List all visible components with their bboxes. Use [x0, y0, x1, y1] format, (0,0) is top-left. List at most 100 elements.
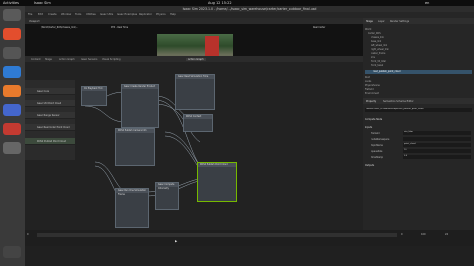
ubuntu-dock	[0, 6, 25, 266]
queue-size-input[interactable]: 10	[403, 149, 471, 153]
tab-semantics[interactable]: Semantics Schema Editor	[383, 100, 414, 103]
stage-row[interactable]: FlatGrid	[365, 88, 472, 92]
stage-row[interactable]: front_3d_lidar	[365, 60, 472, 64]
isaac-sim-icon[interactable]	[3, 9, 21, 21]
stage-row[interactable]: Looks	[365, 80, 472, 84]
stage-row[interactable]: caster_frame	[365, 52, 472, 56]
property-tabs: Property Semantics Schema Editor	[363, 98, 474, 104]
node-ros2-camera-info[interactable]: ROS2 Publish Camera Info	[115, 128, 155, 166]
stage-row[interactable]: left_wheel_link	[365, 44, 472, 48]
bottom-status	[25, 246, 474, 266]
tab-stage[interactable]: Stage	[366, 20, 373, 23]
node-library-sidebar: Isaac Core Isaac Util Point Cloud Isaac …	[25, 80, 75, 160]
menu-physics[interactable]: Physics	[156, 13, 166, 16]
tab-viewport[interactable]: Viewport	[29, 20, 40, 23]
tab-isaac-sensors[interactable]: Isaac Sensors	[81, 58, 97, 61]
node-create-render-product[interactable]: Isaac Create Render Product	[121, 84, 159, 128]
tab-action-graph[interactable]: Action Graph	[59, 58, 75, 61]
clock[interactable]: Aug 12 15:22	[208, 1, 232, 5]
namespace-input[interactable]	[403, 137, 471, 141]
action-graph-canvas[interactable]: On Playback Tick Isaac Create Render Pro…	[25, 62, 363, 230]
play-icon[interactable]: ▶	[175, 239, 177, 243]
node-path-field[interactable]: /World/Carter_ROS/ActionGraph/ros2_publi…	[365, 108, 472, 112]
node-title: Isaac Create Render Product	[122, 85, 158, 89]
vscode-icon[interactable]	[3, 66, 21, 78]
node-run-one-frame[interactable]: Isaac Run One Simulation Frame	[115, 188, 149, 228]
terminal-icon[interactable]	[3, 28, 21, 40]
library-item[interactable]: Isaac Util Point Cloud	[25, 100, 75, 107]
stage-row[interactable]: PhysicsScene	[365, 84, 472, 88]
menu-help[interactable]: Help	[170, 13, 176, 16]
node-title: Isaac Compute Odometry	[156, 183, 178, 190]
tab-content[interactable]: Content	[31, 58, 41, 61]
node-read-sim-time[interactable]: Isaac Read Simulation Time	[175, 74, 215, 110]
tab-action-graph-active[interactable]: Action Graph	[186, 57, 206, 61]
tab-render-settings[interactable]: Render Settings	[390, 20, 409, 23]
node-compute-odometry[interactable]: Isaac Compute Odometry	[155, 182, 179, 210]
timeline-end[interactable]: 100	[421, 233, 426, 236]
library-item-selected[interactable]: ROS2 Publish Point Cloud	[25, 138, 75, 145]
tab-visual-scripting[interactable]: Visual Scripting	[102, 58, 121, 61]
stage-row[interactable]: base_link	[365, 40, 472, 44]
menu-create[interactable]: Create	[48, 13, 57, 16]
viewport-red-object	[205, 36, 219, 56]
timeline-current[interactable]: 0	[401, 233, 403, 236]
stage-row[interactable]: chassis_link	[365, 36, 472, 40]
node-title: Isaac Run One Simulation Frame	[116, 189, 148, 196]
language-indicator[interactable]: en	[425, 1, 429, 5]
node-on-playback-tick[interactable]: On Playback Tick	[81, 86, 107, 106]
tab-stage-small[interactable]: Stage	[45, 58, 52, 61]
menu-edit[interactable]: Edit	[38, 13, 43, 16]
trash-icon[interactable]	[3, 142, 21, 154]
node-title: ROS2 Publish Point Cloud	[198, 163, 236, 167]
timeline-scrubber[interactable]	[37, 233, 397, 237]
section-inputs[interactable]: Inputs	[365, 126, 372, 129]
node-title: Isaac Read Simulation Time	[176, 75, 214, 79]
menu-file[interactable]: File	[28, 13, 32, 16]
app-indicator[interactable]: Isaac Sim	[34, 1, 51, 5]
stage-row-selected[interactable]: ros2_publish_point_cloud	[365, 70, 472, 74]
files-icon[interactable]	[3, 104, 21, 116]
timeline-fps[interactable]: 24	[445, 233, 448, 236]
section-outputs[interactable]: Outputs	[365, 164, 374, 167]
stage-row[interactable]: right_wheel_link	[365, 48, 472, 52]
stage-row[interactable]: Carter_ROS	[365, 32, 472, 36]
render-mode[interactable]: RTX - Real Time	[111, 26, 128, 29]
menu-tools[interactable]: Tools	[75, 13, 81, 16]
node-title: On Playback Tick	[82, 87, 106, 91]
menu-replicator[interactable]: Replicator	[139, 13, 152, 16]
field-label: topicName	[371, 144, 383, 147]
stage-row[interactable]: World	[365, 28, 472, 32]
isaac-sim-window: Isaac Sim 2023.1.0 - /home/.../isaac_sim…	[25, 6, 474, 266]
stage-row[interactable]: Root	[365, 76, 472, 80]
topic-name-input[interactable]: point_cloud	[403, 143, 471, 147]
frame-id-input[interactable]: sim_lidar	[403, 131, 471, 135]
show-apps-icon[interactable]	[3, 246, 21, 258]
library-item[interactable]: Isaac Core	[25, 88, 75, 95]
node-ros2-context[interactable]: ROS2 Context	[183, 114, 213, 132]
node-ros2-publish-point-cloud[interactable]: ROS2 Publish Point Cloud	[197, 162, 237, 202]
library-item[interactable]: Isaac Range Sensor	[25, 112, 75, 119]
menu-utilities[interactable]: Utilities	[86, 13, 96, 16]
right-camera[interactable]: Real Carter	[313, 26, 325, 29]
tab-layer[interactable]: Layer	[378, 20, 385, 23]
stage-row[interactable]: Environment	[365, 92, 472, 96]
stage-row[interactable]: front_hawk	[365, 64, 472, 68]
menu-window[interactable]: Window	[61, 13, 71, 16]
timestamp-input[interactable]: 0.0	[403, 155, 471, 159]
field-label: queueSize	[371, 150, 383, 153]
library-item[interactable]: Isaac Read Lidar Point Cloud	[25, 124, 75, 131]
tab-property[interactable]: Property	[366, 100, 376, 103]
stage-panel: Stage Layer Render Settings World Carter…	[363, 18, 474, 230]
section-compute-node[interactable]: Compute Node	[365, 118, 382, 121]
activities-label[interactable]: Activities	[3, 1, 19, 5]
menu-isaac-utils[interactable]: Isaac Utils	[100, 13, 113, 16]
menu-isaac-examples[interactable]: Isaac Examples	[117, 13, 137, 16]
settings-icon[interactable]	[3, 47, 21, 59]
firefox-icon[interactable]	[3, 85, 21, 97]
app-icon[interactable]	[3, 123, 21, 135]
node-title: ROS2 Context	[184, 115, 212, 119]
stage-tabs: Stage Layer Render Settings	[363, 18, 474, 24]
stage-row[interactable]: imu	[365, 56, 472, 60]
camera-path[interactable]: /World/Carter_ROS/chassis_link/...	[41, 26, 78, 29]
